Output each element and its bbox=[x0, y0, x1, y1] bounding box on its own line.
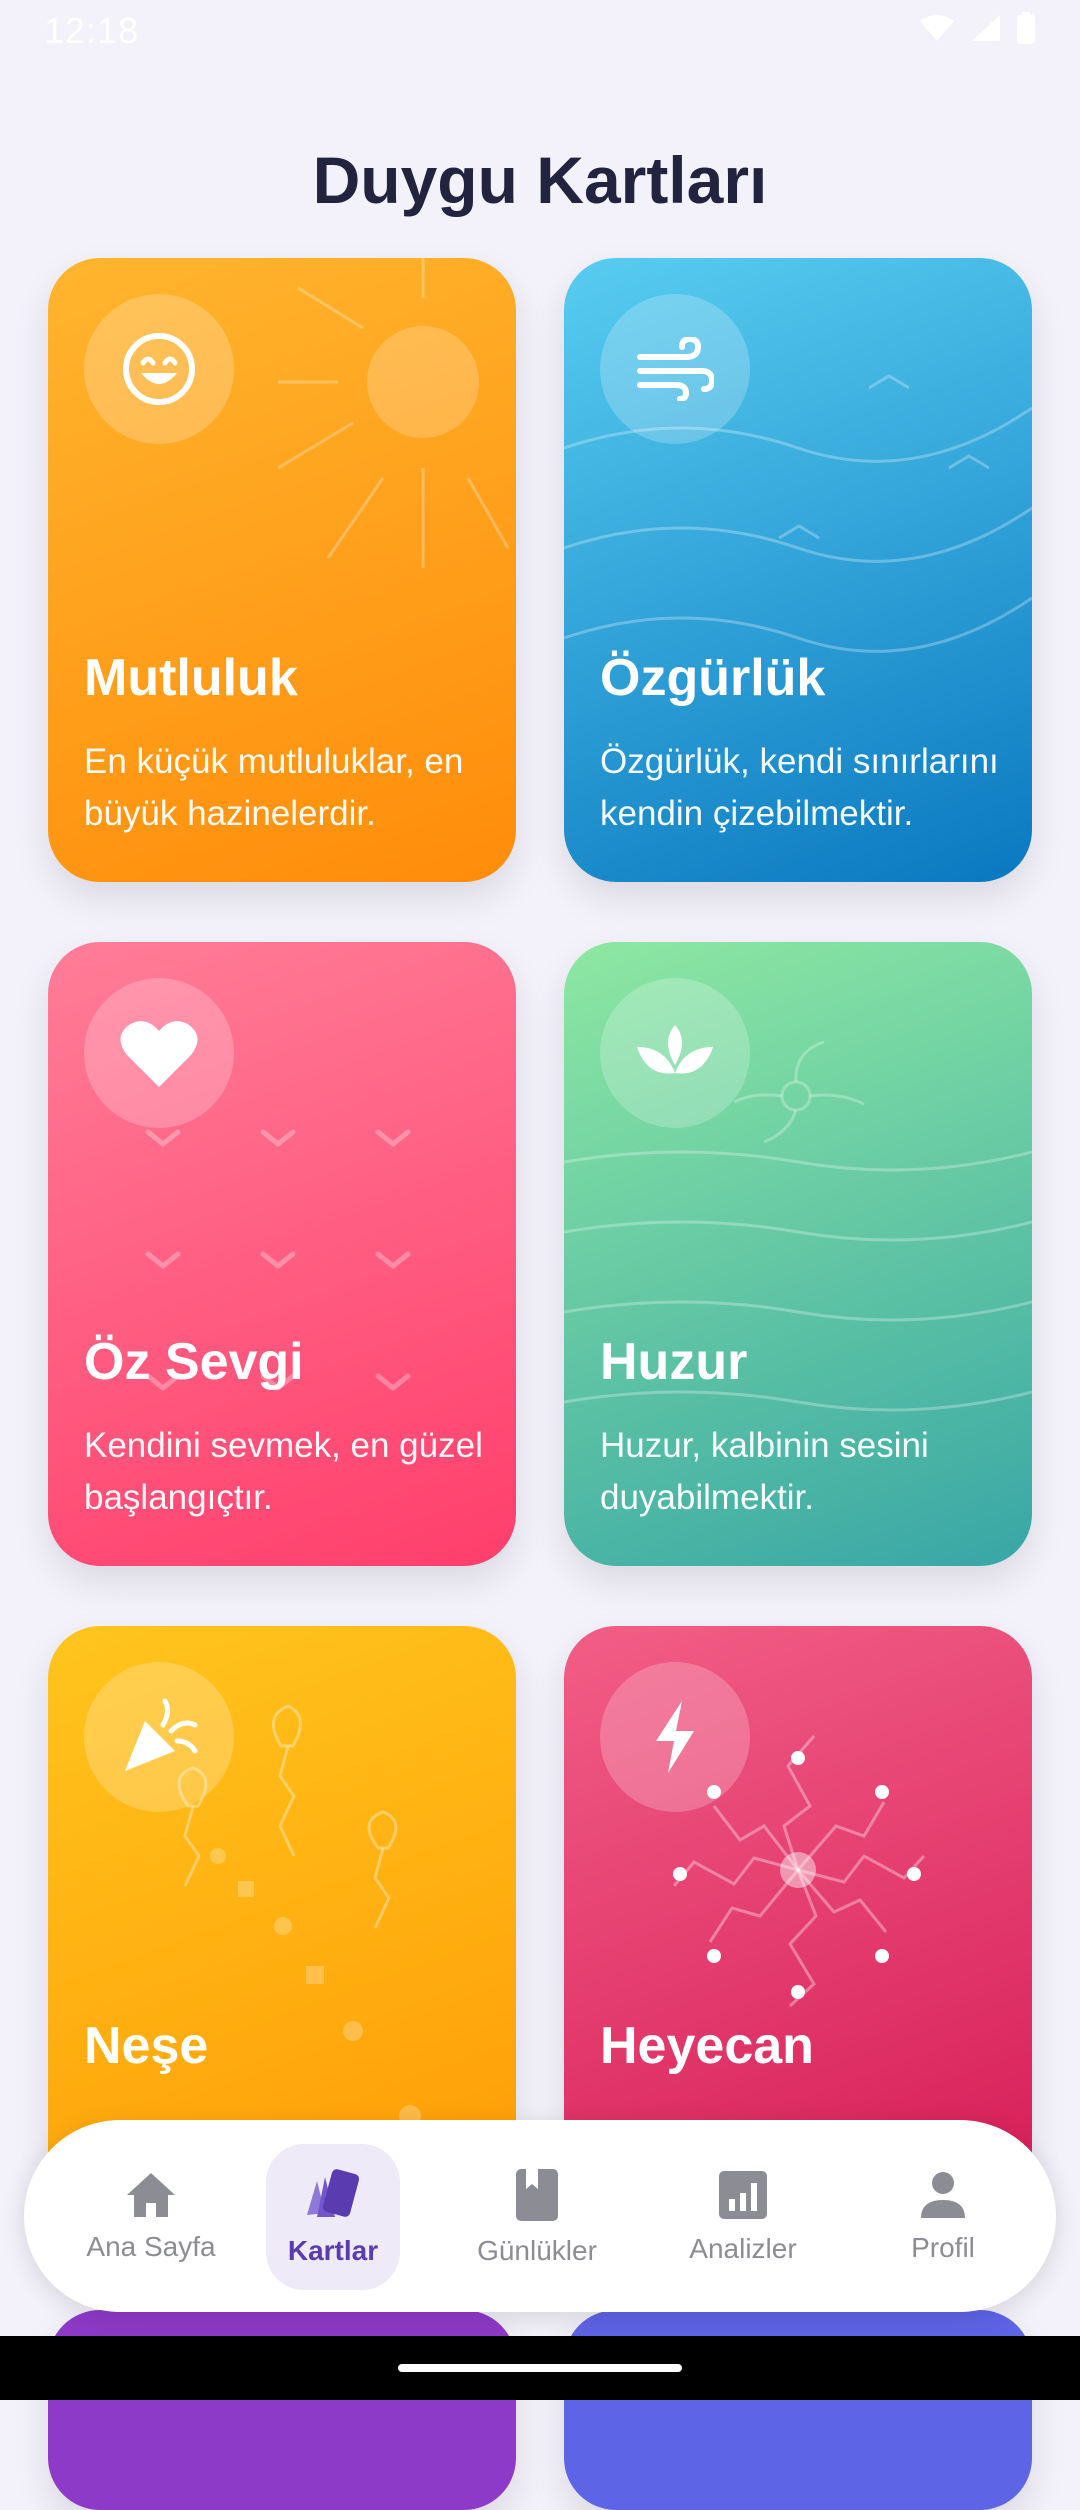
emotion-icon-container bbox=[600, 1662, 750, 1812]
cards-icon bbox=[307, 2169, 360, 2217]
card-title: Huzur bbox=[600, 1333, 748, 1391]
card-title: Heyecan bbox=[600, 2017, 814, 2075]
analytics-icon bbox=[719, 2171, 767, 2219]
card-description: En küçük mutluluklar, en büyük hazineler… bbox=[84, 742, 464, 833]
wifi-icon bbox=[920, 15, 954, 41]
home-indicator[interactable] bbox=[398, 2364, 682, 2372]
card-title: Özgürlük bbox=[600, 649, 826, 707]
nav-label: Profil bbox=[911, 2232, 975, 2263]
nav-item-analytics[interactable]: Analizler bbox=[676, 2144, 810, 2290]
card-description: Huzur, kalbinin sesini duyabilmektir. bbox=[600, 1426, 929, 1517]
card-description: Kendini sevmek, en güzel başlangıçtır. bbox=[84, 1426, 483, 1517]
emotion-icon-container bbox=[600, 978, 750, 1128]
nav-item-profile[interactable]: Profil bbox=[876, 2144, 1010, 2290]
emotion-card-self-love[interactable]: Öz Sevgi Kendini sevmek, en güzel başlan… bbox=[48, 942, 516, 1566]
book-icon bbox=[516, 2169, 558, 2221]
page-title: Duygu Kartları bbox=[312, 143, 768, 218]
emotion-icon-container bbox=[84, 294, 234, 444]
nav-label: Analizler bbox=[689, 2233, 797, 2264]
bottom-navigation: Ana Sayfa Kartlar Günlükler Analizler Pr… bbox=[24, 2120, 1056, 2312]
emotion-card-freedom[interactable]: Özgürlük Özgürlük, kendi sınırlarını ken… bbox=[564, 258, 1032, 882]
nav-label: Günlükler bbox=[477, 2235, 597, 2266]
lotus-icon bbox=[637, 1025, 713, 1074]
heart-icon bbox=[120, 1021, 198, 1087]
emotion-icon-container bbox=[600, 294, 750, 444]
smile-icon bbox=[123, 333, 195, 405]
nav-label: Kartlar bbox=[287, 2235, 379, 2266]
nav-item-home[interactable]: Ana Sayfa bbox=[84, 2144, 218, 2290]
emotion-icon-container bbox=[84, 978, 234, 1128]
emotion-card-peace[interactable]: Huzur Huzur, kalbinin sesini duyabilmekt… bbox=[564, 942, 1032, 1566]
battery-icon bbox=[1017, 12, 1035, 44]
card-title: Öz Sevgi bbox=[84, 1333, 304, 1391]
home-icon bbox=[127, 2173, 175, 2217]
emotion-card-happiness[interactable]: Mutluluk En küçük mutluluklar, en büyük … bbox=[48, 258, 516, 882]
status-time: 12:18 bbox=[44, 10, 140, 51]
emotion-icon-container bbox=[84, 1662, 234, 1812]
lightning-icon bbox=[656, 1701, 694, 1773]
wind-icon bbox=[637, 337, 714, 401]
signal-icon bbox=[972, 15, 1000, 41]
nav-item-journals[interactable]: Günlükler bbox=[470, 2144, 604, 2290]
party-popper-icon bbox=[125, 1698, 198, 1771]
card-description: Özgürlük, kendi sınırlarını kendin çizeb… bbox=[600, 742, 999, 833]
status-bar: 12:18 bbox=[0, 0, 1080, 60]
status-icons bbox=[918, 12, 1036, 44]
nav-label: Ana Sayfa bbox=[86, 2231, 216, 2262]
card-title: Neşe bbox=[84, 2017, 209, 2075]
person-icon bbox=[921, 2172, 965, 2218]
nav-item-cards[interactable]: Kartlar bbox=[266, 2144, 400, 2290]
card-title: Mutluluk bbox=[84, 649, 298, 707]
